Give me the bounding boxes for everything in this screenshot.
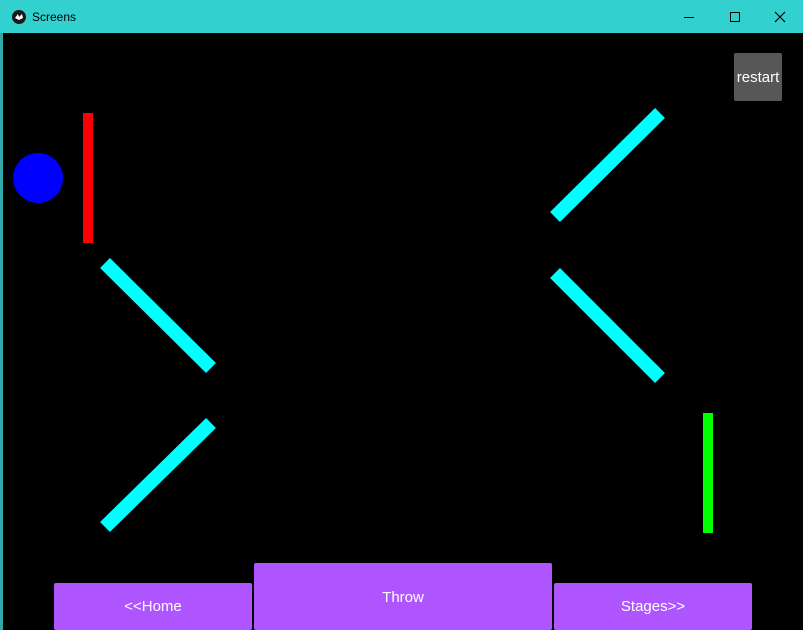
window-title: Screens xyxy=(32,10,77,24)
goal-bar xyxy=(703,413,713,533)
ball[interactable] xyxy=(13,153,63,203)
start-bar xyxy=(83,113,93,243)
minimize-icon xyxy=(684,16,694,18)
game-canvas[interactable] xyxy=(3,33,803,630)
home-button[interactable]: <<Home xyxy=(54,583,252,630)
maximize-button[interactable] xyxy=(712,0,758,33)
restart-button[interactable]: restart xyxy=(734,53,782,101)
kivy-app-icon xyxy=(12,10,26,24)
close-button[interactable] xyxy=(757,0,803,33)
app-window: Screens restart <<Home Throw Stages>> xyxy=(0,0,803,630)
throw-button[interactable]: Throw xyxy=(254,563,552,630)
close-icon xyxy=(774,11,786,22)
title-bar[interactable]: Screens xyxy=(0,0,803,33)
stages-button[interactable]: Stages>> xyxy=(554,583,752,630)
minimize-button[interactable] xyxy=(666,0,712,33)
maximize-icon xyxy=(730,11,740,22)
